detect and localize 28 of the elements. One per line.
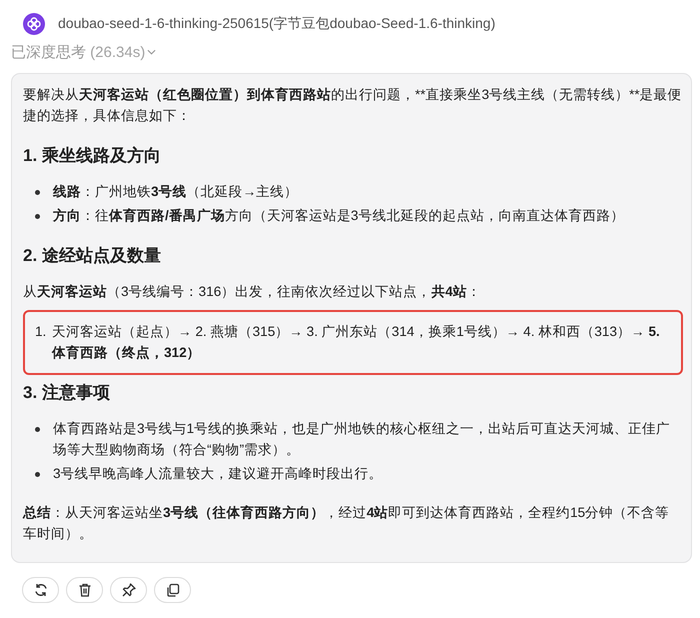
paragraph: 总结：从天河客运站坐3号线（往体育西路方向），经过4站即可到达体育西路站，全程约15分钟（不含等车时间）。 <box>23 504 670 543</box>
bullet-dot <box>35 427 40 432</box>
refresh-button[interactable] <box>22 577 59 603</box>
section-heading: 1. 乘坐线路及方向 <box>23 145 162 167</box>
paragraph: 要解决从天河客运站（红色圈位置）到体育西路站的出行问题，**直接乘坐3号线主线（无需转线）**是最便 捷的选择，具体信息如下： <box>23 86 683 125</box>
bullet-text: 体育西路站是3号线与1号线的换乘站，也是广州地铁的核心枢纽之一，出站后可直达天河城、正佳广场等大型购物商场（符合“购物”需求）。 <box>53 420 672 459</box>
chevron-down-icon[interactable] <box>147 48 156 56</box>
section-heading: 2. 途经站点及数量 <box>23 245 162 267</box>
list-number: 1. <box>35 323 48 341</box>
station-list-text: 天河客运站（起点）→ 2. 燕塘（315）→ 3. 广州东站（314，换乘1号线）→ 4. 林和西（313）→ 5. 体育西路（终点，312） <box>52 323 661 362</box>
logo-icon <box>23 13 45 35</box>
section-heading: 3. 注意事项 <box>23 382 111 404</box>
delete-button[interactable] <box>66 577 103 603</box>
refresh-icon[interactable] <box>32 582 48 598</box>
bullet-dot <box>35 214 40 219</box>
thinking-toggle[interactable]: 已深度思考 (26.34s) <box>11 42 146 62</box>
trash-icon[interactable] <box>76 582 92 598</box>
bullet-dot <box>35 472 40 477</box>
bullet-text: 3号线早晚高峰人流量较大，建议避开高峰时段出行。 <box>53 465 384 483</box>
copy-button[interactable] <box>154 577 191 603</box>
bullet-text: 方向：往体育西路/番禺广场方向（天河客运站是3号线北延段的起点站，向南直达体育西路） <box>53 207 626 225</box>
pin-icon[interactable] <box>120 582 136 598</box>
pin-button[interactable] <box>110 577 147 603</box>
model-name: doubao-seed-1-6-thinking-250615(字节豆包doubao-Seed-1.6-thinking) <box>58 15 496 33</box>
bullet-dot <box>35 190 40 195</box>
paragraph: 从天河客运站（3号线编号：316）出发，往南依次经过以下站点，共4站： <box>23 283 482 301</box>
copy-icon[interactable] <box>164 582 180 598</box>
bullet-text: 线路：广州地铁3号线（北延段→主线） <box>53 183 300 201</box>
